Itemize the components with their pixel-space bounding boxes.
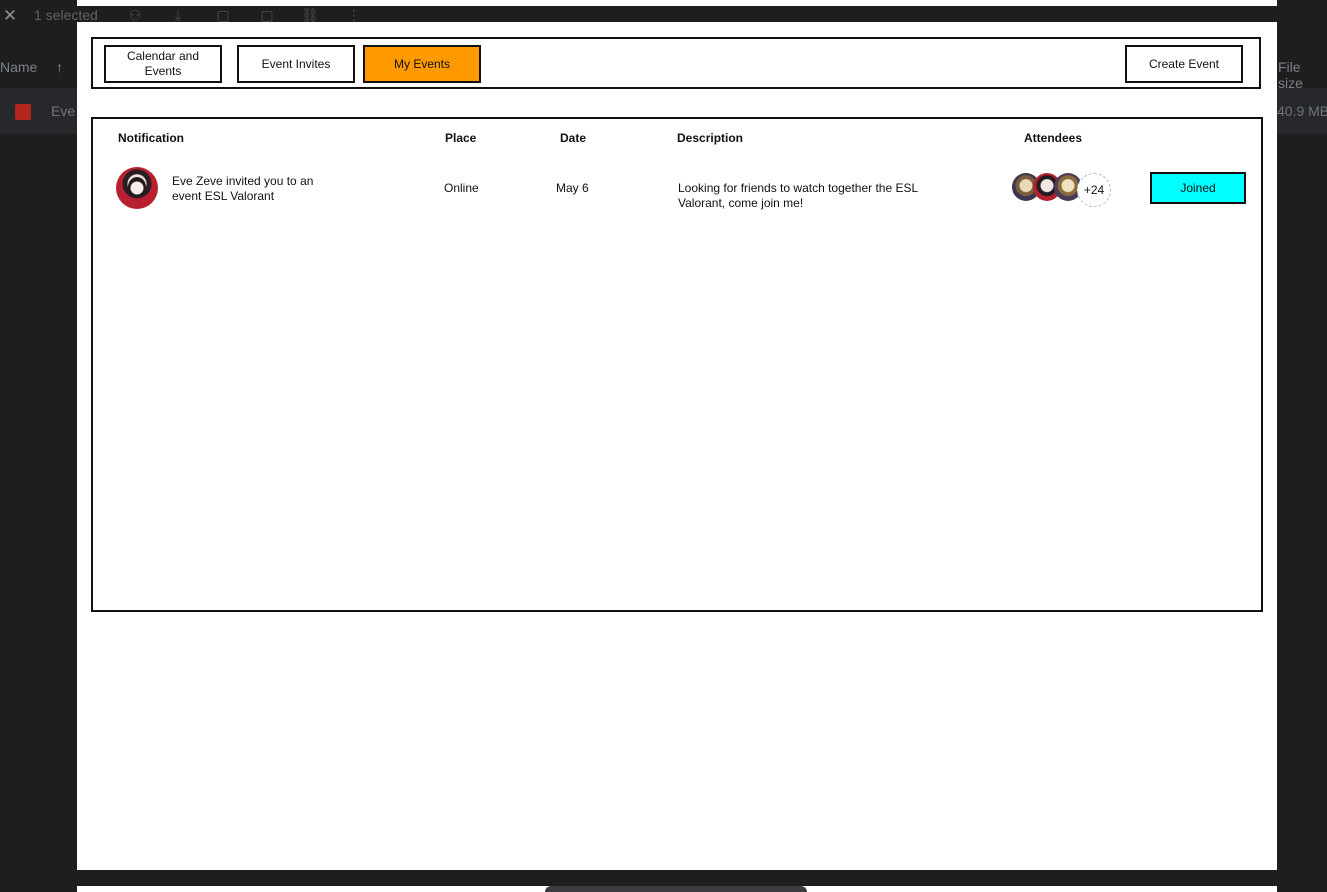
pdf-file-icon: [15, 104, 31, 120]
header-place: Place: [445, 131, 477, 145]
header-attendees: Attendees: [1024, 131, 1083, 145]
file-row-name: Eve: [51, 103, 76, 119]
selection-count: 1 selected: [34, 7, 98, 23]
preview-top-edge: [77, 0, 1277, 6]
nav-bar: Calendar and Events Event Invites My Eve…: [91, 37, 1261, 89]
sort-arrow-icon[interactable]: ↑: [56, 59, 63, 75]
create-event-label: Create Event: [1148, 56, 1220, 71]
attendees-more-count[interactable]: +24: [1077, 173, 1111, 207]
header-notification: Notification: [118, 131, 184, 145]
screen: ✕ 1 selected ⚇ ⤓ ▢ ▢ ⛓ ⋮ Name ↑ File siz…: [0, 0, 1327, 892]
description-text: Looking for friends to watch together th…: [678, 181, 918, 210]
host-avatar: [116, 167, 158, 209]
tab-label: Calendar and Events: [126, 49, 200, 78]
page-controls[interactable]: [545, 886, 807, 892]
tab-label: My Events: [393, 56, 450, 71]
tab-calendar-and-events[interactable]: Calendar and Events: [104, 45, 222, 83]
close-icon[interactable]: ✕: [2, 6, 18, 26]
joined-button[interactable]: Joined: [1150, 172, 1246, 204]
header-date: Date: [560, 131, 587, 145]
column-file-size-header[interactable]: File size: [1278, 59, 1327, 91]
tab-event-invites[interactable]: Event Invites: [237, 45, 355, 83]
tab-label: Event Invites: [261, 56, 331, 71]
wireframe-page: Calendar and Events Event Invites My Eve…: [77, 22, 1277, 870]
place-text: Online: [444, 181, 479, 195]
date-text: May 6: [556, 181, 589, 195]
tab-my-events[interactable]: My Events: [363, 45, 481, 83]
file-row-size: 40.9 MB: [1277, 103, 1327, 119]
create-event-button[interactable]: Create Event: [1125, 45, 1243, 83]
column-name-header[interactable]: Name: [0, 59, 37, 75]
joined-label: Joined: [1180, 181, 1216, 195]
header-description: Description: [677, 131, 744, 145]
events-table: Notification Place Date Description Atte…: [91, 117, 1263, 612]
notification-text: Eve Zeve invited you to an event ESL Val…: [172, 174, 314, 203]
